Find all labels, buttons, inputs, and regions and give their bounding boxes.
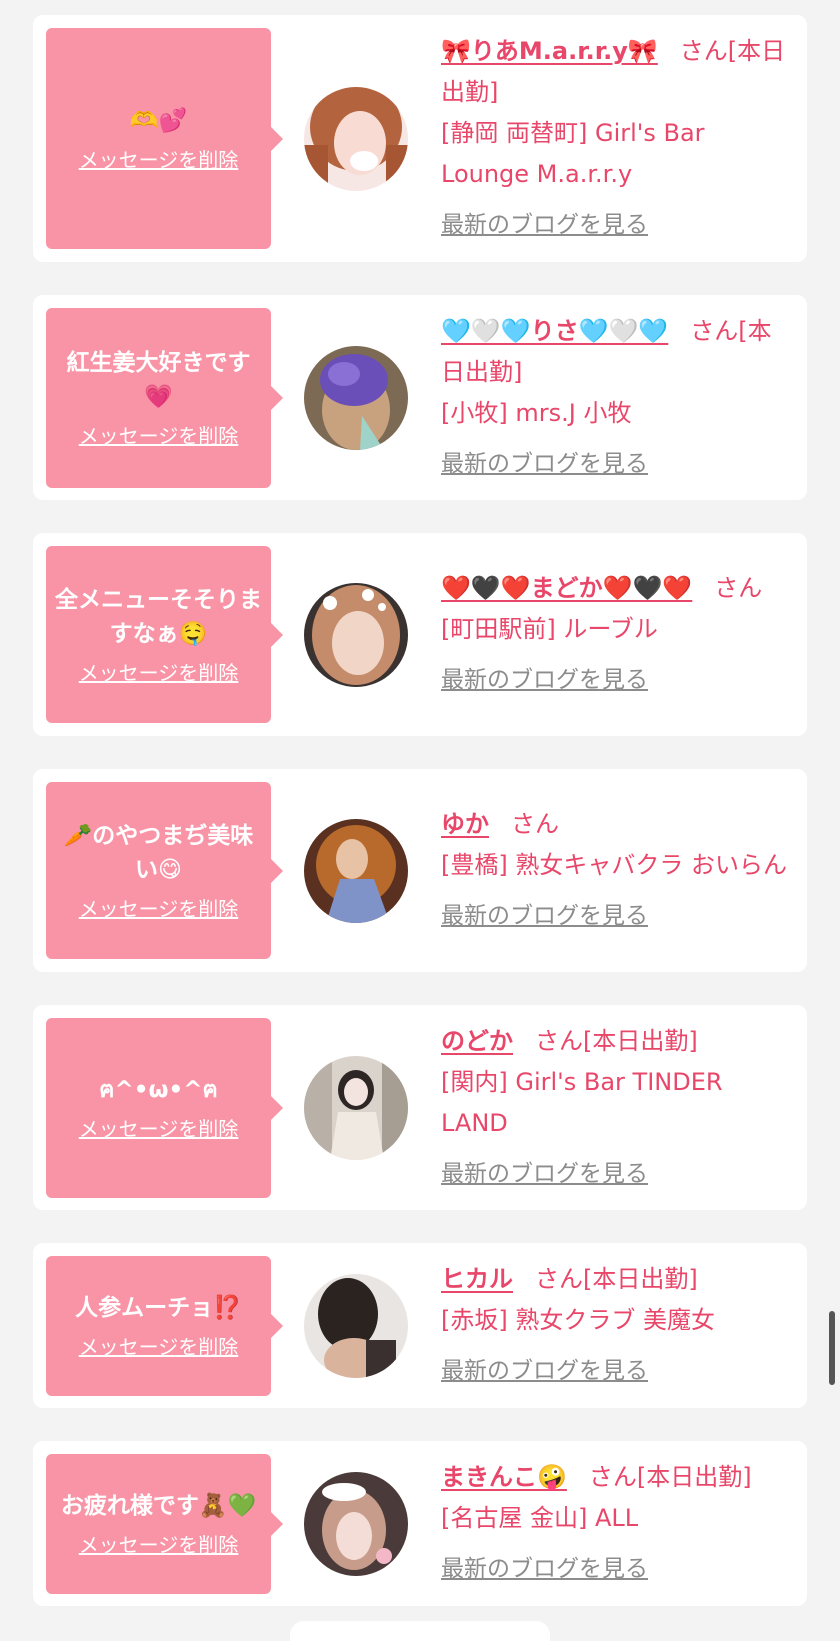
girl-name-link[interactable]: ゆか <box>441 810 489 838</box>
name-suffix: さん[本日出勤] <box>588 1463 752 1491</box>
message-text: 🫶💕 <box>129 108 188 134</box>
girl-name-link[interactable]: 🩵🤍🩵りさ🩵🤍🩵 <box>441 317 668 345</box>
delete-message-link[interactable]: メッセージを削除 <box>79 420 239 449</box>
avatar-photo-icon <box>304 1273 408 1378</box>
avatar[interactable] <box>304 582 408 687</box>
message-text: 紅生姜大好きです💗 <box>66 350 251 410</box>
delete-message-link[interactable]: メッセージを削除 <box>79 1113 239 1142</box>
message-bubble: 全メニューそそりますなぁ🤤 メッセージを削除 <box>46 546 283 723</box>
message-card: 🫶💕 メッセージを削除 🎀りあM.a.r.r.y🎀 さん[本日出勤] [静岡 両替… <box>33 15 807 262</box>
delete-message-link[interactable]: メッセージを削除 <box>79 144 239 173</box>
latest-blog-link[interactable]: 最新のブログを見る <box>441 1351 648 1392</box>
girl-info: 🎀りあM.a.r.r.y🎀 さん[本日出勤] [静岡 両替町] Girl's Ba… <box>441 31 807 246</box>
avatar-photo-icon <box>304 1471 408 1576</box>
latest-blog-link[interactable]: 最新のブログを見る <box>441 1154 648 1195</box>
message-bubble: 🫶💕 メッセージを削除 <box>46 28 283 249</box>
message-text: 全メニューそそりますなぁ🤤 <box>55 587 262 647</box>
message-list: 🫶💕 メッセージを削除 🎀りあM.a.r.r.y🎀 さん[本日出勤] [静岡 両替… <box>33 15 807 1606</box>
message-bubble: 🥕のやつまぢ美味い😋 メッセージを削除 <box>46 782 283 959</box>
avatar[interactable] <box>304 86 408 191</box>
avatar-photo-icon <box>304 582 408 687</box>
girl-info: ゆか さん [豊橋] 熟女キャバクラ おいらん 最新のブログを見る <box>441 804 807 937</box>
message-text: 人参ムーチョ⁉️ <box>75 1295 242 1321</box>
shop-name: [小牧] mrs.J 小牧 <box>441 398 632 427</box>
avatar[interactable] <box>304 818 408 923</box>
avatar[interactable] <box>304 1471 408 1576</box>
avatar-photo-icon <box>304 86 408 191</box>
message-bubble: 人参ムーチョ⁉️ メッセージを削除 <box>46 1255 283 1396</box>
message-card: ฅ^•ω•^ฅ メッセージを削除 のどか さん[本日出勤] [関内] Girl's… <box>33 1005 807 1210</box>
girl-name-link[interactable]: まきんこ🤪 <box>441 1463 567 1491</box>
avatar-photo-icon <box>304 818 408 923</box>
delete-message-link[interactable]: メッセージを削除 <box>79 657 239 686</box>
delete-message-link[interactable]: メッセージを削除 <box>79 1529 239 1558</box>
bottom-edge <box>290 1621 550 1641</box>
avatar[interactable] <box>304 1273 408 1378</box>
shop-name: [静岡 両替町] Girl's Bar Lounge M.a.r.r.y <box>441 119 705 188</box>
message-card: 人参ムーチョ⁉️ メッセージを削除 ヒカル さん[本日出勤] [赤坂] 熟女クラブ… <box>33 1243 807 1408</box>
message-card: 🥕のやつまぢ美味い😋 メッセージを削除 ゆか さん [豊橋] 熟女キャバクラ おい… <box>33 769 807 972</box>
message-card: 全メニューそそりますなぁ🤤 メッセージを削除 ❤️🖤❤️まどか❤️🖤❤️ さん [… <box>33 533 807 736</box>
girl-info: ヒカル さん[本日出勤] [赤坂] 熟女クラブ 美魔女 最新のブログを見る <box>441 1259 807 1392</box>
shop-name: [町田駅前] ルーブル <box>441 615 658 643</box>
shop-name: [豊橋] 熟女キャバクラ おいらん <box>441 851 787 879</box>
message-text: 🥕のやつまぢ美味い😋 <box>63 823 254 883</box>
girl-info: まきんこ🤪 さん[本日出勤] [名古屋 金山] ALL 最新のブログを見る <box>441 1457 807 1590</box>
shop-name: [関内] Girl's Bar TINDER LAND <box>441 1067 723 1137</box>
shop-name: [名古屋 金山] ALL <box>441 1504 639 1532</box>
latest-blog-link[interactable]: 最新のブログを見る <box>441 660 648 701</box>
delete-message-link[interactable]: メッセージを削除 <box>79 893 239 922</box>
name-suffix: さん <box>511 810 559 838</box>
shop-name: [赤坂] 熟女クラブ 美魔女 <box>441 1306 715 1334</box>
message-bubble: お疲れ様です🧸💚 メッセージを削除 <box>46 1453 283 1594</box>
girl-info: のどか さん[本日出勤] [関内] Girl's Bar TINDER LAND … <box>441 1021 807 1195</box>
message-card: お疲れ様です🧸💚 メッセージを削除 まきんこ🤪 さん[本日出勤] [名古屋 金山]… <box>33 1441 807 1606</box>
avatar[interactable] <box>304 345 408 450</box>
avatar-photo-icon <box>304 345 408 450</box>
avatar[interactable] <box>304 1055 408 1160</box>
message-text: ฅ^•ω•^ฅ <box>99 1077 218 1103</box>
name-suffix: さん[本日出勤] <box>535 1265 698 1293</box>
message-text: お疲れ様です🧸💚 <box>60 1493 257 1519</box>
latest-blog-link[interactable]: 最新のブログを見る <box>441 1549 648 1590</box>
girl-name-link[interactable]: 🎀りあM.a.r.r.y🎀 <box>441 37 658 65</box>
message-bubble: 紅生姜大好きです💗 メッセージを削除 <box>46 307 283 488</box>
name-suffix: さん[本日出勤] <box>535 1026 698 1055</box>
latest-blog-link[interactable]: 最新のブログを見る <box>441 205 648 246</box>
latest-blog-link[interactable]: 最新のブログを見る <box>441 896 648 937</box>
girl-name-link[interactable]: ❤️🖤❤️まどか❤️🖤❤️ <box>441 574 692 602</box>
latest-blog-link[interactable]: 最新のブログを見る <box>441 444 648 485</box>
delete-message-link[interactable]: メッセージを削除 <box>79 1331 239 1360</box>
message-bubble: ฅ^•ω•^ฅ メッセージを削除 <box>46 1017 283 1198</box>
girl-info: ❤️🖤❤️まどか❤️🖤❤️ さん [町田駅前] ルーブル 最新のブログを見る <box>441 568 807 701</box>
name-suffix: さん <box>714 574 763 602</box>
scrollbar[interactable] <box>829 1311 835 1385</box>
message-card: 紅生姜大好きです💗 メッセージを削除 🩵🤍🩵りさ🩵🤍🩵 さん[本日出勤] [小牧]… <box>33 295 807 500</box>
girl-name-link[interactable]: ヒカル <box>441 1265 513 1293</box>
avatar-photo-icon <box>304 1055 408 1160</box>
girl-info: 🩵🤍🩵りさ🩵🤍🩵 さん[本日出勤] [小牧] mrs.J 小牧 最新のブログを見る <box>441 311 807 485</box>
girl-name-link[interactable]: のどか <box>441 1027 513 1055</box>
